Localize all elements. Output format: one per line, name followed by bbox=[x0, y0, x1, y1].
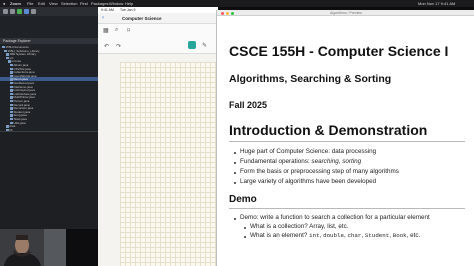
bullet-item: Large variety of algorithms have been de… bbox=[240, 178, 377, 185]
menu-file[interactable]: File bbox=[27, 0, 33, 7]
sub-bullet-item: What is an element? int, double, char, S… bbox=[250, 232, 421, 239]
zoom-icon[interactable] bbox=[231, 11, 234, 15]
sub-bullet-icon bbox=[244, 227, 246, 229]
bullet-icon bbox=[234, 162, 236, 164]
redo-icon[interactable]: ↷ bbox=[116, 43, 121, 50]
menu-help[interactable]: Help bbox=[125, 0, 133, 7]
bullet-item: Huge part of Computer Science: data proc… bbox=[240, 148, 377, 155]
menu-edit[interactable]: Edit bbox=[38, 0, 45, 7]
eclipse-toolbar bbox=[0, 7, 100, 16]
search-icon[interactable]: ⌕ bbox=[115, 27, 118, 34]
slide-subtitle: Algorithms, Searching & Sorting bbox=[229, 73, 392, 85]
back-icon[interactable]: ‹ bbox=[102, 15, 104, 22]
bookmark-icon[interactable]: ⌑ bbox=[127, 27, 130, 34]
bullet-icon bbox=[234, 152, 236, 154]
type-etc: etc. bbox=[410, 232, 421, 239]
bullet-icon bbox=[234, 182, 236, 184]
section-heading-demo: Demo bbox=[229, 194, 257, 205]
new-icon[interactable] bbox=[3, 9, 8, 14]
section-heading-introduction: Introduction & Demonstration bbox=[229, 122, 428, 138]
grid-icon[interactable]: ▦ bbox=[103, 27, 109, 34]
webcam-feed bbox=[0, 229, 66, 266]
menu-packages[interactable]: Packages bbox=[91, 0, 109, 7]
bullet-icon bbox=[234, 172, 236, 174]
bullet-item: Demo: write a function to search a colle… bbox=[240, 214, 430, 221]
preview-titlebar: Algorithms / Preview bbox=[217, 10, 474, 16]
eraser-icon[interactable]: ✎ bbox=[202, 42, 207, 49]
type-char: char bbox=[347, 232, 362, 239]
package-explorer-tree: 155H Documents 155H_Solutions_Library JRE … bbox=[0, 45, 110, 132]
debug-icon[interactable] bbox=[24, 9, 29, 14]
preview-window: Algorithms / Preview CSCE 155H - Compute… bbox=[216, 10, 474, 266]
undo-icon[interactable]: ↶ bbox=[104, 43, 109, 50]
package-explorer-header: Package Explorer bbox=[0, 38, 100, 44]
menu-find[interactable]: Find bbox=[80, 0, 88, 7]
section-divider bbox=[229, 141, 465, 142]
menu-selection[interactable]: Selection bbox=[61, 0, 77, 7]
type-int: int bbox=[309, 232, 320, 239]
menu-app-name[interactable]: Zoom bbox=[10, 0, 21, 7]
bullet-item: Fundamental operations: searching, sorti… bbox=[240, 158, 362, 165]
apple-icon[interactable]: ● bbox=[3, 0, 5, 7]
note-page[interactable] bbox=[120, 62, 218, 266]
slide-title: CSCE 155H - Computer Science I bbox=[229, 43, 449, 59]
sub-bullet-icon bbox=[244, 236, 246, 238]
menu-bar: ● Zoom File Edit View Selection Find Pac… bbox=[0, 0, 474, 7]
type-double: double bbox=[323, 232, 344, 239]
menubar-datetime: Mon Nov 17 9:41 AM bbox=[418, 1, 456, 6]
pen-tool-icon[interactable] bbox=[188, 41, 196, 49]
eclipse-window: Package Explorer 155H Documents 155H_Solu… bbox=[0, 7, 110, 229]
sub-bullet-text: What is an element? bbox=[250, 232, 308, 239]
ipad-toolbar: ▦ ⌕ ⌑ ↶ ↷ ✎ bbox=[98, 24, 218, 54]
ipad-nav-bar: ‹ Computer Science bbox=[98, 13, 218, 24]
menu-view[interactable]: View bbox=[49, 0, 58, 7]
type-student: Student bbox=[364, 232, 390, 239]
minimize-icon[interactable] bbox=[226, 11, 229, 15]
sub-bullet-item: What is a collection? Array, list, etc. bbox=[250, 223, 349, 230]
presenter-image bbox=[0, 229, 66, 266]
slide-term: Fall 2025 bbox=[229, 100, 268, 110]
bullet-item: Form the basis or preprocessing step of … bbox=[240, 168, 399, 175]
ipad-mirror: 9:41 AM Tue Jan 9 ‹ Computer Science ▦ ⌕… bbox=[98, 7, 218, 266]
package-explorer-title: Package Explorer bbox=[3, 39, 31, 43]
ipad-doc-title: Computer Science bbox=[122, 16, 162, 21]
section-divider bbox=[229, 208, 465, 209]
console-panel bbox=[0, 131, 100, 229]
close-icon[interactable] bbox=[221, 11, 224, 15]
menu-window[interactable]: Window bbox=[109, 0, 123, 7]
type-book: Book bbox=[392, 232, 407, 239]
save-icon[interactable] bbox=[10, 9, 15, 14]
run-icon[interactable] bbox=[17, 9, 22, 14]
search-icon[interactable] bbox=[31, 9, 36, 14]
bullet-icon bbox=[234, 218, 236, 220]
preview-window-title: Algorithms / Preview bbox=[330, 11, 362, 15]
